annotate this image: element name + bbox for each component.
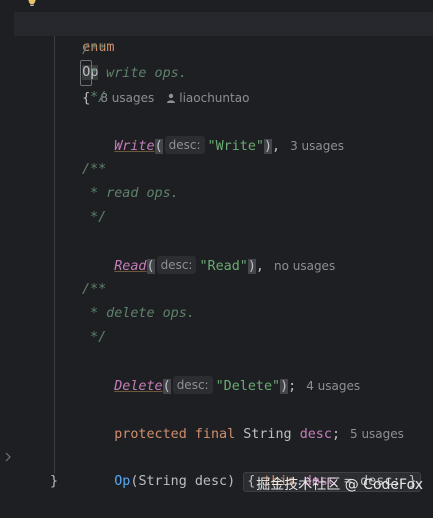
open-paren: ( bbox=[162, 379, 171, 394]
watermark: 掘金技术社区 @ CodeFox bbox=[256, 477, 423, 493]
enum-constant-write-line[interactable]: Write(desc: "Write"), 3 usages bbox=[82, 110, 344, 154]
fold-chevron-icon[interactable] bbox=[4, 452, 12, 462]
doc-comment-close: */ bbox=[82, 90, 107, 105]
doc-comment-text: * write ops. bbox=[82, 66, 187, 81]
string-literal: "Write" bbox=[207, 139, 264, 154]
enum-constant-delete[interactable]: Delete bbox=[114, 379, 162, 394]
separator: , bbox=[272, 139, 281, 154]
open-paren: ( bbox=[146, 259, 155, 274]
usages-hint[interactable]: 3 usages bbox=[290, 139, 344, 153]
doc-comment-open: /** bbox=[82, 42, 107, 57]
author-hint[interactable]: liaochuntao bbox=[166, 91, 249, 105]
enum-constant-read[interactable]: Read bbox=[114, 259, 146, 274]
usages-hint[interactable]: 5 usages bbox=[350, 427, 404, 441]
doc-comment-text: * read ops. bbox=[82, 186, 179, 201]
doc-comment-close: */ bbox=[82, 210, 107, 225]
open-paren: ( bbox=[154, 139, 163, 154]
field-declaration-line[interactable]: protected final String desc; 5 usages bbox=[82, 398, 404, 442]
close-paren: ) bbox=[263, 139, 273, 154]
lightbulb-icon[interactable] bbox=[26, 0, 38, 8]
string-literal: "Delete" bbox=[215, 379, 281, 394]
doc-comment-text: * delete ops. bbox=[82, 306, 195, 321]
enum-constant-delete-line[interactable]: Delete(desc: "Delete"); 4 usages bbox=[82, 350, 360, 394]
terminator: ; bbox=[331, 427, 340, 442]
close-paren: ) bbox=[247, 259, 256, 274]
separator: , bbox=[255, 259, 264, 274]
usages-hint[interactable]: no usages bbox=[274, 259, 335, 273]
enum-declaration-line[interactable]: enum Op {8 usages liaochuntao bbox=[50, 12, 249, 106]
doc-comment-close: */ bbox=[82, 330, 107, 345]
usages-hint[interactable]: 8 usages bbox=[100, 91, 154, 105]
param-name[interactable]: desc bbox=[195, 474, 227, 489]
enum-closing-brace: } bbox=[50, 474, 59, 489]
close-paren: ) bbox=[280, 379, 289, 394]
open-brace: { bbox=[247, 474, 256, 489]
param-type[interactable]: String bbox=[138, 474, 186, 489]
constructor-line[interactable]: Op(String desc) { this.desc = desc; } bbox=[82, 446, 421, 492]
protected-keyword: protected bbox=[114, 427, 187, 442]
field-name[interactable]: desc bbox=[300, 427, 332, 442]
final-keyword: final bbox=[194, 427, 236, 442]
doc-comment-open: /** bbox=[82, 282, 107, 297]
param-hint: desc: bbox=[172, 376, 213, 394]
string-literal: "Read" bbox=[199, 259, 248, 274]
code-editor[interactable]: enum Op {8 usages liaochuntao /** * write… bbox=[0, 0, 433, 504]
enum-constant-write[interactable]: Write bbox=[114, 139, 154, 154]
enum-constant-read-line[interactable]: Read(desc: "Read"), no usages bbox=[82, 230, 335, 274]
usages-hint[interactable]: 4 usages bbox=[306, 379, 360, 393]
doc-comment-open: /** bbox=[82, 162, 107, 177]
terminator: ; bbox=[288, 379, 297, 394]
type-name[interactable]: String bbox=[243, 427, 291, 442]
person-icon bbox=[167, 93, 176, 103]
param-hint: desc: bbox=[164, 136, 205, 154]
close-paren: ) bbox=[227, 474, 236, 489]
param-hint: desc: bbox=[156, 256, 197, 274]
constructor-name[interactable]: Op bbox=[114, 474, 130, 489]
